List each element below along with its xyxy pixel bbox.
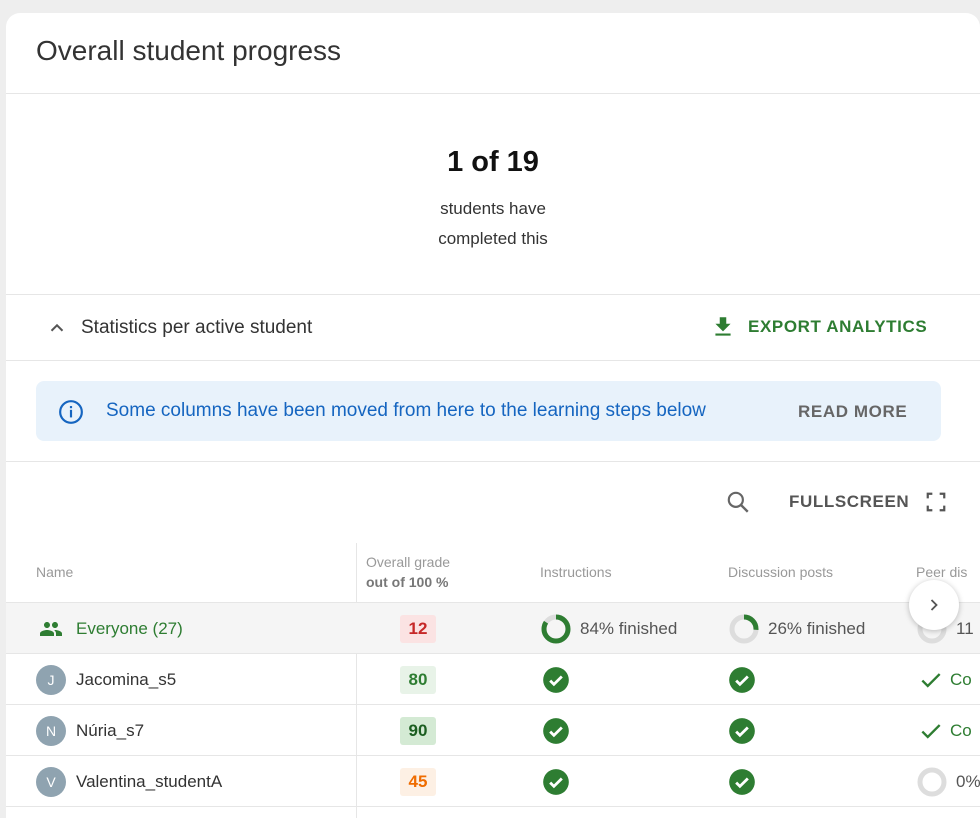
column-header-instructions[interactable]: Instructions: [540, 564, 612, 580]
discussion-progress-text: 26% finished: [768, 618, 866, 638]
column-header-peer[interactable]: Peer dis: [916, 564, 967, 580]
name-cell[interactable]: Everyone (27): [36, 603, 183, 654]
discussion-cell: [728, 756, 756, 807]
grade-cell: 45: [400, 756, 436, 807]
check-circle-icon: [729, 666, 755, 693]
grade-badge: 80: [400, 665, 436, 694]
name-cell[interactable]: V Valentina_studentA: [36, 756, 222, 807]
info-banner: Some columns have been moved from here t…: [36, 381, 941, 441]
divider: [6, 93, 980, 94]
check-circle-icon: [543, 666, 569, 693]
completion-text-line2: completed this: [438, 229, 548, 248]
group-icon: [40, 621, 62, 636]
peer-status-text: Co: [950, 669, 972, 689]
completion-text-line1: students have: [440, 199, 546, 218]
grade-badge: 45: [400, 767, 436, 796]
grade-cell: 12: [400, 603, 436, 654]
fullscreen-button[interactable]: FULLSCREEN: [789, 491, 947, 513]
read-more-button[interactable]: READ MORE: [798, 402, 907, 422]
peer-cell: 0%: [916, 756, 980, 807]
instructions-cell: 84% finished: [540, 603, 677, 654]
export-label: EXPORT ANALYTICS: [748, 317, 928, 336]
grade-cell: 90: [400, 705, 436, 756]
discussion-cell: 26% finished: [728, 603, 865, 654]
column-header-grade[interactable]: Overall grade: [366, 554, 450, 570]
section-title: Statistics per active student: [81, 317, 313, 338]
fullscreen-label: FULLSCREEN: [789, 492, 910, 511]
check-circle-icon: [729, 717, 755, 744]
table-row[interactable]: [6, 806, 980, 818]
check-circle-icon: [543, 768, 569, 795]
banner-message: Some columns have been moved from here t…: [106, 400, 706, 421]
peer-cell: Co: [918, 654, 972, 705]
search-icon[interactable]: [725, 489, 751, 515]
avatar: J: [36, 664, 66, 695]
check-circle-icon: [729, 768, 755, 795]
progress-card: Overall student progress 1 of 19 student…: [6, 13, 980, 818]
export-analytics-button[interactable]: EXPORT ANALYTICS: [710, 314, 927, 340]
table-row[interactable]: V Valentina_studentA 45 0%: [6, 755, 980, 806]
instructions-cell: [542, 654, 570, 705]
grade-cell: 80: [400, 654, 436, 705]
avatar: V: [36, 766, 66, 797]
row-name: Everyone (27): [76, 618, 183, 638]
column-header-discussion[interactable]: Discussion posts: [728, 564, 833, 580]
table-row-everyone[interactable]: Everyone (27) 12 84% finished 26% finish…: [6, 602, 980, 653]
student-name: Valentina_studentA: [76, 771, 223, 791]
chevron-right-icon: [930, 599, 938, 611]
download-icon: [715, 317, 731, 336]
progress-ring-icon: [541, 614, 571, 643]
statistics-section-header[interactable]: Statistics per active student EXPORT ANA…: [6, 295, 980, 360]
name-cell[interactable]: J Jacomina_s5: [36, 654, 176, 705]
fullscreen-icon: [926, 492, 946, 512]
progress-ring-icon: [917, 767, 947, 796]
peer-progress-text: 11: [956, 618, 974, 638]
peer-cell: Co: [918, 705, 972, 756]
student-name: Jacomina_s5: [76, 669, 177, 689]
check-icon: [921, 723, 941, 739]
scroll-right-button[interactable]: [909, 580, 959, 630]
card-title: Overall student progress: [36, 35, 342, 66]
instructions-progress-text: 84% finished: [580, 618, 678, 638]
grade-badge: 12: [400, 614, 436, 643]
info-icon: [59, 400, 83, 424]
instructions-cell: [542, 756, 570, 807]
discussion-cell: [728, 705, 756, 756]
check-circle-icon: [543, 717, 569, 744]
name-cell[interactable]: N Núria_s7: [36, 705, 144, 756]
grade-badge: 90: [400, 716, 436, 745]
column-header-grade-sub: out of 100 %: [366, 574, 449, 590]
instructions-cell: [542, 705, 570, 756]
peer-status-text: Co: [950, 720, 972, 740]
progress-ring-icon: [729, 614, 759, 643]
table-row[interactable]: N Núria_s7 90 Co: [6, 704, 980, 755]
completion-count: 1 of 19: [447, 146, 539, 178]
avatar: N: [36, 715, 66, 746]
table-row[interactable]: J Jacomina_s5 80 Co: [6, 653, 980, 704]
divider: [6, 360, 980, 361]
student-name: Núria_s7: [76, 720, 145, 740]
divider: [6, 461, 980, 462]
discussion-cell: [728, 654, 756, 705]
check-icon: [921, 672, 941, 688]
column-header-name[interactable]: Name: [36, 564, 73, 580]
peer-progress-text: 0%: [956, 771, 980, 791]
chevron-up-icon[interactable]: [46, 317, 68, 339]
